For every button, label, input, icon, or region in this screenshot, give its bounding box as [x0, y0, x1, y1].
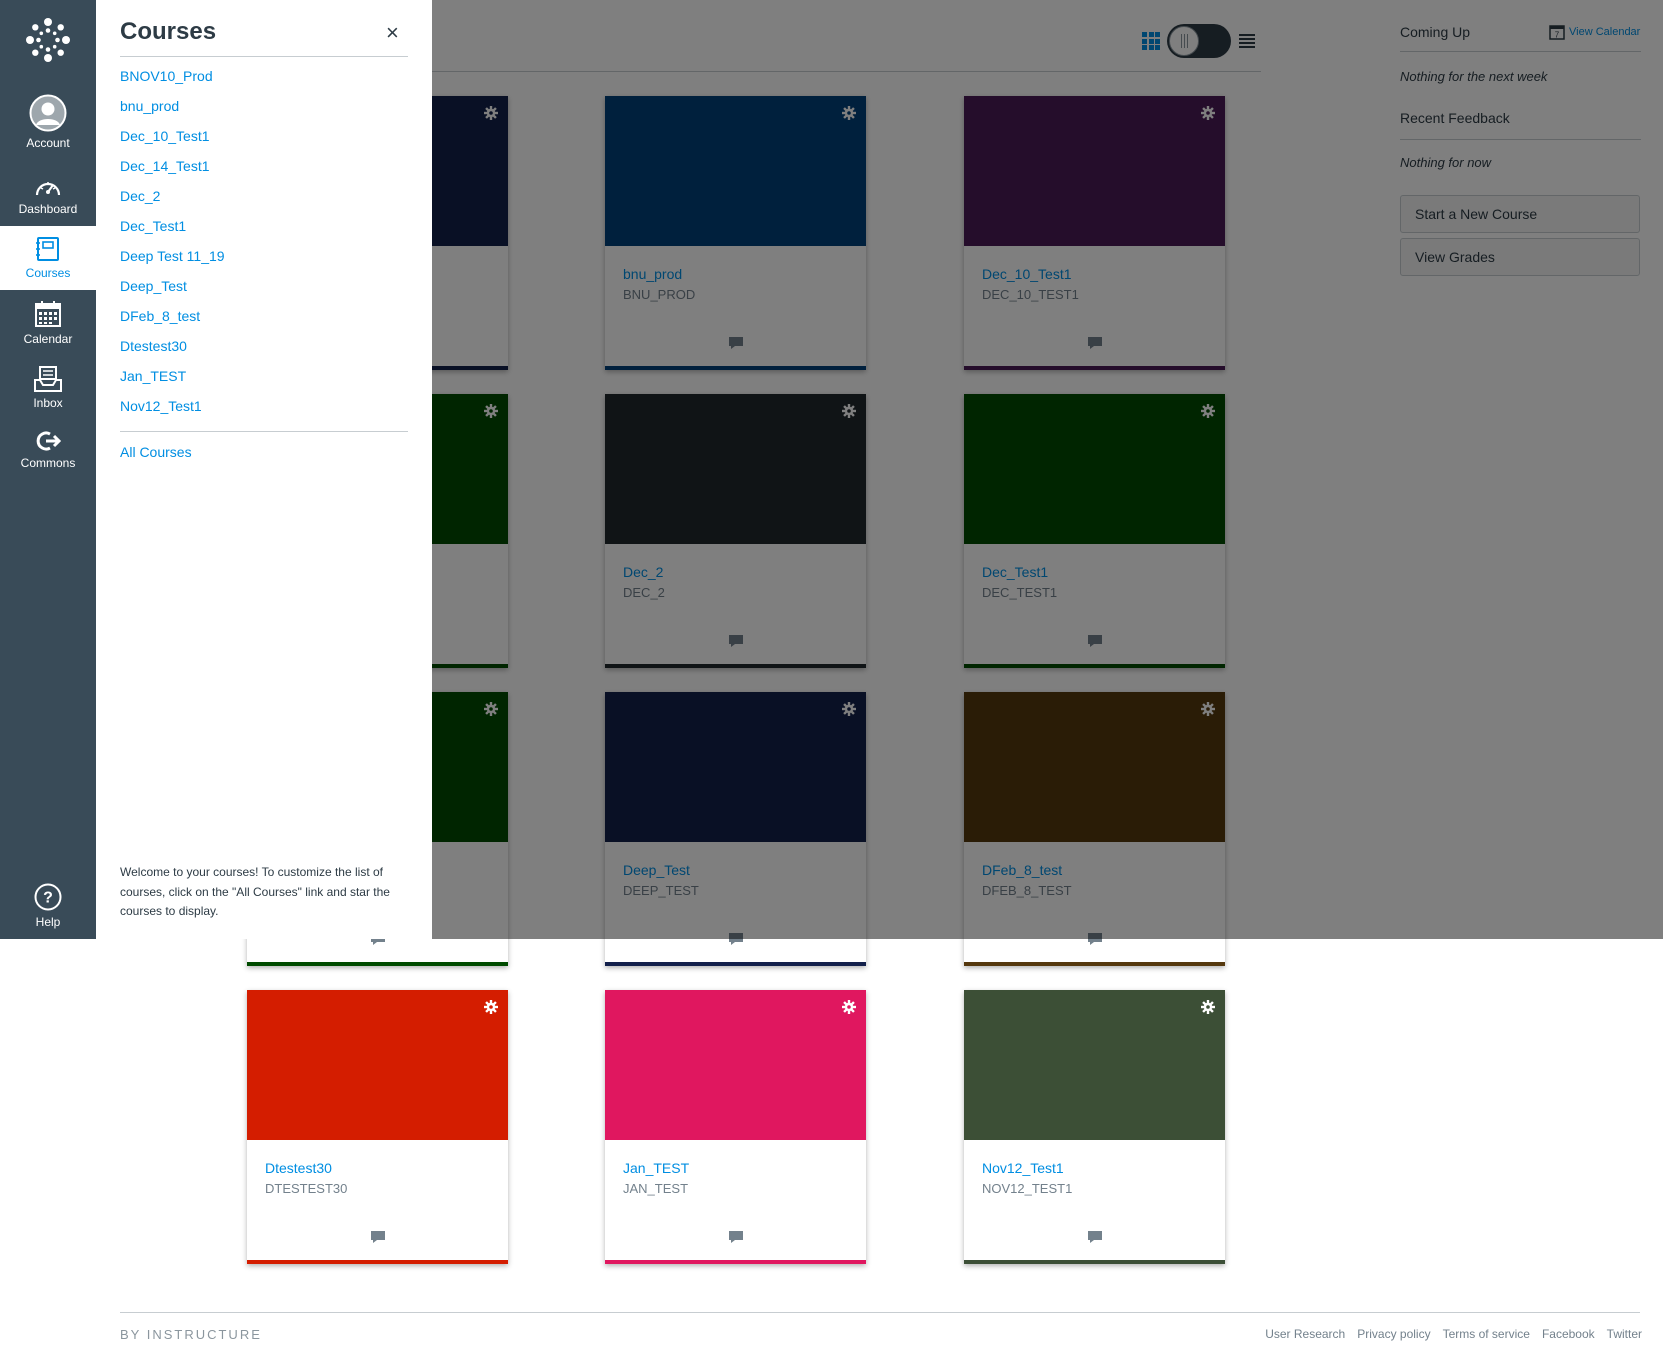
tray-rule	[120, 56, 408, 57]
discussions-comment-icon[interactable]	[728, 1230, 744, 1249]
nav-calendar[interactable]: Calendar	[0, 291, 96, 355]
tray-course-link[interactable]: Dtestest30	[120, 338, 225, 368]
tray-course-link[interactable]: Deep Test 11_19	[120, 248, 225, 278]
nav-dashboard-label: Dashboard	[18, 202, 78, 216]
tray-course-link[interactable]: bnu_prod	[120, 98, 225, 128]
nav-inbox-label: Inbox	[33, 396, 63, 410]
course-card-hero[interactable]	[247, 990, 508, 1140]
nav-inbox[interactable]: Inbox	[0, 356, 96, 420]
card-settings-gear-icon[interactable]	[1201, 1000, 1215, 1019]
nav-calendar-label: Calendar	[23, 332, 73, 346]
tray-welcome-text: Welcome to your courses! To customize th…	[120, 865, 390, 918]
svg-text:?: ?	[43, 890, 53, 907]
all-courses-link[interactable]: All Courses	[120, 444, 192, 460]
course-card-hero[interactable]	[605, 990, 866, 1140]
account-avatar-icon	[29, 94, 67, 132]
tray-rule	[120, 431, 408, 432]
footer-brand: BY INSTRUCTURE	[120, 1327, 262, 1342]
discussions-comment-icon[interactable]	[1087, 1230, 1103, 1249]
tray-course-link[interactable]: Dec_Test1	[120, 218, 225, 248]
nav-commons[interactable]: Commons	[0, 420, 96, 480]
footer-rule	[120, 1312, 1640, 1313]
course-card-code: DTESTEST30	[265, 1181, 348, 1196]
nav-account-label: Account	[26, 136, 70, 150]
tray-course-link[interactable]: Dec_10_Test1	[120, 128, 225, 158]
nav-commons-label: Commons	[20, 456, 76, 470]
nav-help[interactable]: ? Help	[0, 876, 96, 936]
nav-dashboard[interactable]: Dashboard	[0, 164, 96, 228]
nav-courses[interactable]: Courses	[0, 226, 96, 290]
footer-link-facebook[interactable]: Facebook	[1542, 1327, 1595, 1341]
nav-courses-label: Courses	[25, 266, 71, 280]
inbox-tray-icon	[34, 366, 62, 392]
canvas-logo-icon	[26, 18, 70, 62]
course-card-code: NOV12_TEST1	[982, 1181, 1073, 1196]
tray-course-link[interactable]: Dec_2	[120, 188, 225, 218]
courses-tray: Courses × BNOV10_Prod bnu_prod Dec_10_Te…	[96, 0, 432, 939]
dashboard-gauge-icon	[35, 182, 61, 196]
course-card[interactable]: Nov12_Test1 NOV12_TEST1	[964, 990, 1225, 1264]
course-card[interactable]: Dtestest30 DTESTEST30	[247, 990, 508, 1264]
tray-title: Courses	[120, 18, 217, 45]
tray-course-link[interactable]: DFeb_8_test	[120, 308, 225, 338]
course-card-hero[interactable]	[964, 990, 1225, 1140]
footer-link-user-research[interactable]: User Research	[1265, 1327, 1345, 1341]
tray-course-list: BNOV10_Prod bnu_prod Dec_10_Test1 Dec_14…	[120, 68, 225, 428]
help-question-icon: ?	[34, 883, 62, 911]
tray-course-link[interactable]: BNOV10_Prod	[120, 68, 225, 98]
course-card-title[interactable]: Dtestest30	[265, 1160, 332, 1176]
nav-account[interactable]: Account	[0, 90, 96, 154]
tray-course-link[interactable]: Jan_TEST	[120, 368, 225, 398]
canvas-logo[interactable]	[0, 0, 96, 80]
course-card-code: JAN_TEST	[623, 1181, 689, 1196]
close-icon[interactable]: ×	[386, 20, 399, 46]
footer-link-twitter[interactable]: Twitter	[1607, 1327, 1642, 1341]
courses-book-icon	[36, 237, 59, 261]
course-card[interactable]: Jan_TEST JAN_TEST	[605, 990, 866, 1264]
nav-help-label: Help	[35, 915, 61, 929]
tray-course-link[interactable]: Dec_14_Test1	[120, 158, 225, 188]
course-card-title[interactable]: Nov12_Test1	[982, 1160, 1064, 1176]
card-settings-gear-icon[interactable]	[484, 1000, 498, 1019]
discussions-comment-icon[interactable]	[370, 1230, 386, 1249]
global-navigation: Account Dashboard Courses Calendar Inbox…	[0, 0, 96, 939]
course-card-title[interactable]: Jan_TEST	[623, 1160, 689, 1176]
footer-link-terms[interactable]: Terms of service	[1443, 1327, 1530, 1341]
tray-course-link[interactable]: Deep_Test	[120, 278, 225, 308]
footer-link-privacy[interactable]: Privacy policy	[1357, 1327, 1430, 1341]
footer-links: User Research Privacy policy Terms of se…	[1265, 1327, 1642, 1341]
calendar-icon	[35, 301, 61, 327]
card-settings-gear-icon[interactable]	[842, 1000, 856, 1019]
commons-icon	[36, 431, 61, 451]
tray-course-link[interactable]: Nov12_Test1	[120, 398, 225, 428]
